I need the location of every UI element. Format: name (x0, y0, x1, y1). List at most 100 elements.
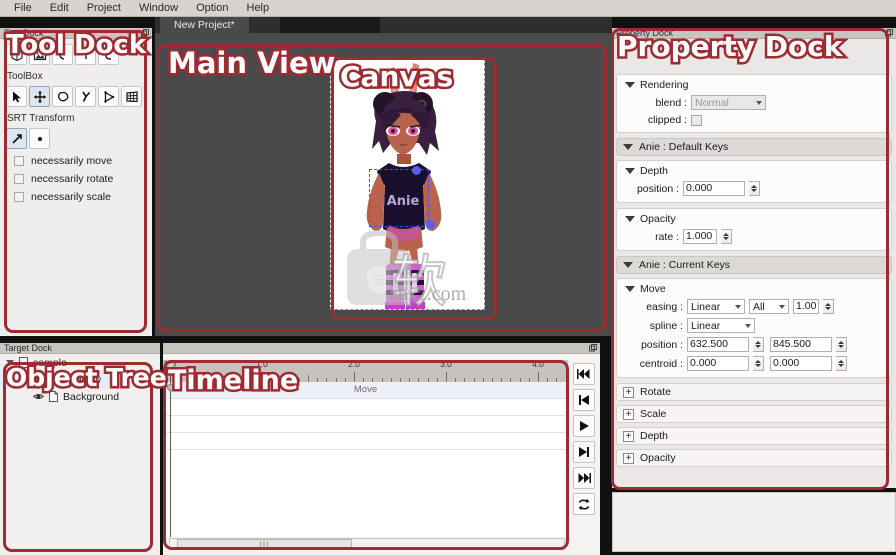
blend-dropdown[interactable]: Normal (691, 95, 766, 110)
current-keys-category-bar[interactable]: Anie : Current Keys (616, 256, 892, 274)
chevron-down-icon[interactable] (625, 168, 635, 174)
chevron-down-icon[interactable] (6, 360, 14, 365)
timeline-track-empty-3[interactable] (163, 433, 568, 450)
rendering-header[interactable]: Rendering (621, 77, 887, 93)
move-position-y-input[interactable]: 845.500 (770, 337, 832, 352)
lasso-icon[interactable] (52, 86, 73, 107)
menu-window[interactable]: Window (131, 0, 186, 16)
move-centroid-x-input[interactable]: 0.000 (687, 356, 749, 371)
timeline-playhead-handle[interactable] (166, 360, 175, 369)
float-panel-icon[interactable] (141, 29, 149, 37)
image-icon[interactable] (29, 44, 50, 65)
chevron-down-icon[interactable] (625, 216, 635, 222)
play-button[interactable] (573, 415, 595, 437)
timeline-keyframe-marker[interactable] (167, 384, 174, 391)
selection-bounding-box[interactable] (369, 166, 435, 229)
opacity-rate-spinner[interactable] (721, 229, 732, 244)
main-view-panel[interactable]: Anie 安 软 anxz.com (155, 33, 612, 336)
tree-item-shadow[interactable]: Shadow (0, 371, 160, 388)
move-centroid-x-spinner[interactable] (753, 356, 764, 371)
skip-to-end-button[interactable] (573, 467, 595, 489)
move-centroid-y-input[interactable]: 0.000 (770, 356, 832, 371)
checkbox-necessarily-move[interactable] (14, 156, 24, 166)
canvas-page[interactable]: Anie 安 软 anxz.com (330, 58, 485, 310)
checkbox-row-necessarily-move[interactable]: necessarily move (0, 152, 152, 170)
timeline-track-empty-2[interactable] (163, 416, 568, 433)
folder-icon (19, 357, 28, 368)
menu-edit[interactable]: Edit (42, 0, 77, 16)
checkbox-row-necessarily-rotate[interactable]: necessarily rotate (0, 170, 152, 188)
rotate-collapsed-bar[interactable]: + Rotate (616, 383, 892, 401)
checkbox-necessarily-rotate[interactable] (14, 174, 24, 184)
menu-file[interactable]: File (6, 0, 40, 16)
easing-amount-input[interactable]: 1.00 (793, 299, 819, 314)
selection-handle-bottom-right[interactable] (426, 220, 435, 229)
point-icon[interactable] (75, 44, 96, 65)
plus-icon[interactable]: + (623, 452, 634, 464)
move-position-x-spinner[interactable] (753, 337, 764, 352)
previous-frame-button[interactable] (573, 389, 595, 411)
pivot-point-icon[interactable] (29, 128, 50, 149)
target-dock-title-text: Target Dock (4, 343, 53, 353)
loop-button[interactable] (573, 493, 595, 515)
tree-item-background[interactable]: Background (0, 388, 160, 405)
bone-tool-icon[interactable] (75, 86, 96, 107)
move-position-y-spinner[interactable] (836, 337, 847, 352)
checkbox-row-necessarily-scale[interactable]: necessarily scale (0, 188, 152, 206)
float-panel-icon[interactable] (589, 344, 597, 352)
object-tree[interactable]: sample Shadow Background (0, 354, 160, 405)
transform-arrow-icon[interactable] (6, 128, 27, 149)
eye-icon[interactable] (33, 375, 44, 384)
bone-icon[interactable] (52, 44, 73, 65)
menu-option[interactable]: Option (188, 0, 236, 16)
curve-icon[interactable] (98, 44, 119, 65)
depth-header[interactable]: Depth (621, 163, 887, 179)
chevron-down-icon[interactable] (625, 286, 635, 292)
plus-icon[interactable]: + (623, 386, 634, 398)
timeline-tracks[interactable]: Move (163, 382, 568, 537)
cursor-select-icon[interactable] (6, 86, 27, 107)
depth-collapsed-bar[interactable]: + Depth (616, 427, 892, 445)
easing-dropdown[interactable]: Linear (687, 299, 745, 314)
tab-new-project[interactable]: New Project* (160, 17, 249, 33)
scale-collapsed-bar[interactable]: + Scale (616, 405, 892, 423)
timeline-ruler[interactable]: 0.01.02.03.04.0 (163, 360, 568, 382)
chevron-down-icon[interactable] (625, 82, 635, 88)
move-position-x-input[interactable]: 632.500 (687, 337, 749, 352)
move-centroid-y-spinner[interactable] (836, 356, 847, 371)
cube-icon[interactable] (6, 44, 27, 65)
svg-text:安: 安 (372, 274, 385, 289)
default-keys-category-bar[interactable]: Anie : Default Keys (616, 138, 892, 156)
polygon-icon[interactable] (98, 86, 119, 107)
timeline-horizontal-scrollbar[interactable]: III (169, 538, 565, 550)
clipped-checkbox[interactable] (691, 114, 702, 126)
menu-project[interactable]: Project (79, 0, 129, 16)
timeline-track-move[interactable]: Move (163, 382, 568, 399)
opacity-rate-input[interactable]: 1.000 (683, 229, 717, 244)
tree-item-label-shadow: Shadow (63, 373, 101, 386)
skip-to-start-button[interactable] (573, 363, 595, 385)
plus-icon[interactable]: + (623, 408, 634, 420)
depth-position-input[interactable]: 0.000 (683, 181, 745, 196)
checkbox-necessarily-scale[interactable] (14, 192, 24, 202)
timeline-track-empty-1[interactable] (163, 399, 568, 416)
float-panel-icon[interactable] (885, 29, 893, 37)
tree-item-sample[interactable]: sample (0, 354, 160, 371)
easing-amount-spinner[interactable] (823, 299, 834, 314)
next-frame-button[interactable] (573, 441, 595, 463)
eye-icon[interactable] (33, 392, 44, 401)
opacity-header[interactable]: Opacity (621, 211, 887, 227)
move-icon[interactable] (29, 86, 50, 107)
selection-handle-top[interactable] (412, 166, 421, 175)
plus-icon[interactable]: + (623, 430, 634, 442)
depth-position-spinner[interactable] (749, 181, 760, 196)
chevron-down-icon[interactable] (623, 262, 633, 268)
chevron-down-icon[interactable] (623, 144, 633, 150)
move-header[interactable]: Move (621, 281, 887, 297)
easing-range-dropdown[interactable]: All (749, 299, 789, 314)
spline-dropdown[interactable]: Linear (687, 318, 755, 333)
menu-help[interactable]: Help (239, 0, 278, 16)
opacity-collapsed-bar[interactable]: + Opacity (616, 449, 892, 467)
mesh-grid-icon[interactable] (121, 86, 142, 107)
timeline-scrollbar-thumb[interactable]: III (177, 539, 352, 549)
